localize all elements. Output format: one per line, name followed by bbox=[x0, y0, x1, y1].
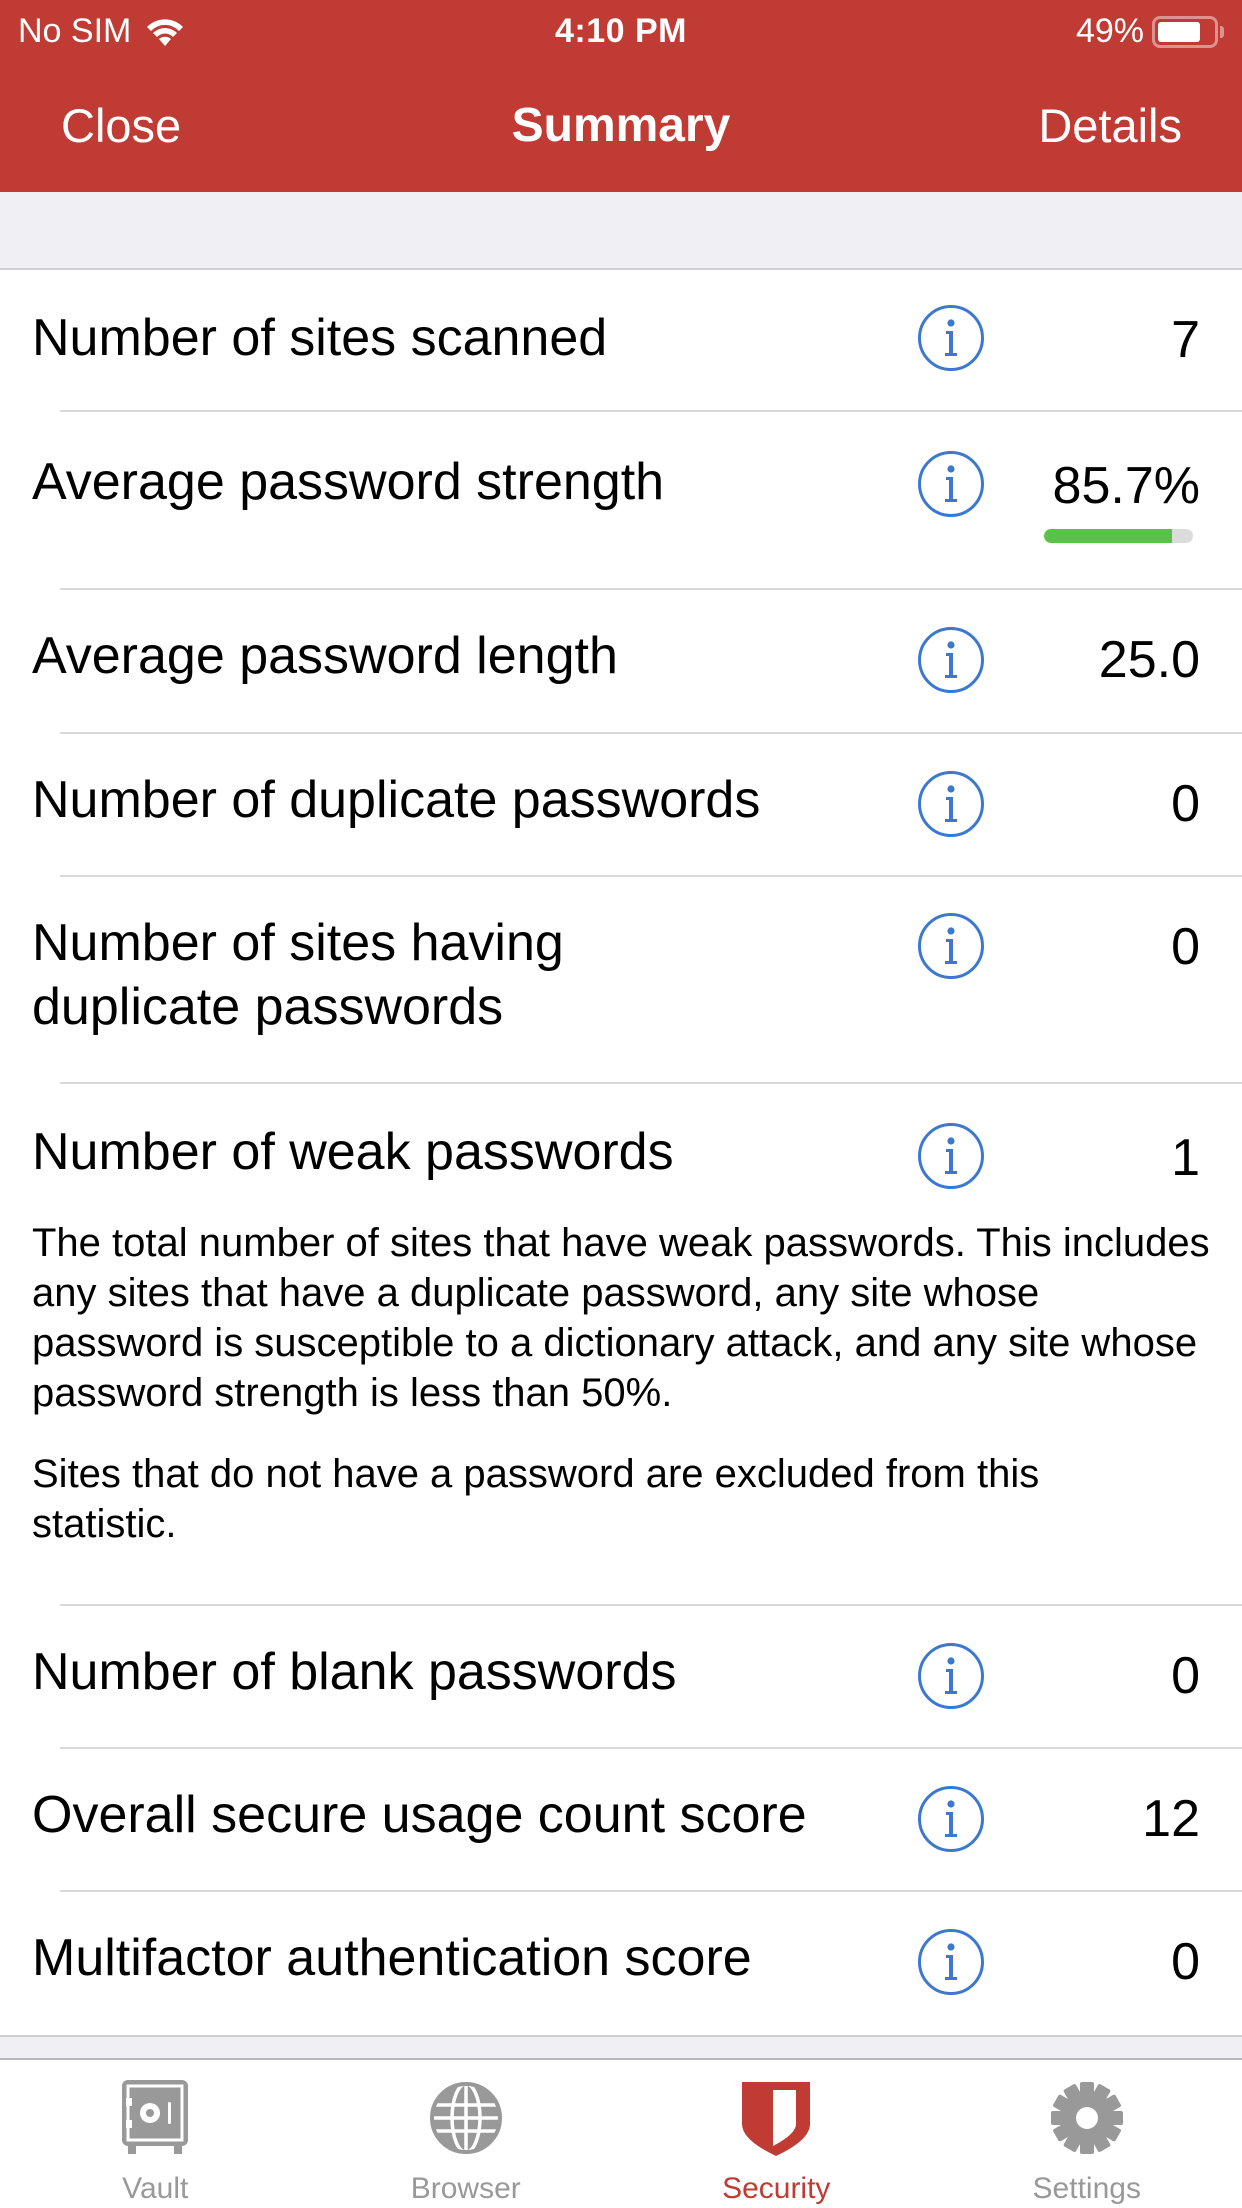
stat-row-secure-usage-score: Overall secure usage count score 12 bbox=[0, 1749, 1242, 1892]
stat-value: 85.7% bbox=[1052, 457, 1200, 515]
info-icon[interactable] bbox=[917, 770, 985, 838]
close-button[interactable]: Close bbox=[61, 98, 181, 153]
stat-value: 25.0 bbox=[1098, 631, 1200, 689]
stat-label: Number of sites scanned bbox=[32, 309, 608, 367]
info-icon[interactable] bbox=[917, 450, 985, 518]
weak-passwords-description: The total number of sites that have weak… bbox=[32, 1218, 1212, 1580]
stat-label: Average password strength bbox=[32, 453, 665, 511]
stat-value: 0 bbox=[1171, 918, 1200, 976]
section-header-spacer bbox=[0, 192, 1242, 270]
details-button[interactable]: Details bbox=[1038, 98, 1182, 153]
description-paragraph: The total number of sites that have weak… bbox=[32, 1221, 1210, 1415]
stat-label: Number of blank passwords bbox=[32, 1643, 677, 1701]
navigation-bar: Close Summary Details bbox=[0, 62, 1242, 192]
stat-label: Number of weak passwords bbox=[32, 1123, 674, 1181]
stat-row-blank-passwords: Number of blank passwords 0 bbox=[0, 1606, 1242, 1749]
stat-value: 7 bbox=[1171, 311, 1200, 369]
page-title: Summary bbox=[511, 99, 731, 152]
stat-row-average-strength: Average password strength 85.7% bbox=[0, 412, 1242, 590]
stat-label: Number of sites having duplicate passwor… bbox=[32, 914, 564, 1036]
stat-value: 1 bbox=[1171, 1129, 1200, 1187]
globe-icon bbox=[429, 2082, 502, 2154]
stat-row-average-length: Average password length 25.0 bbox=[0, 590, 1242, 734]
stat-value: 0 bbox=[1171, 775, 1200, 833]
shield-icon bbox=[742, 2082, 811, 2156]
password-strength-bar bbox=[1044, 529, 1193, 543]
description-paragraph: Sites that do not have a password are ex… bbox=[32, 1452, 1040, 1546]
stat-label: Average password length bbox=[32, 627, 618, 685]
info-icon[interactable] bbox=[917, 1928, 985, 1996]
stat-label: Multifactor authentication score bbox=[32, 1929, 752, 1987]
battery-icon bbox=[1152, 15, 1224, 48]
password-strength-fill bbox=[1044, 529, 1172, 543]
info-icon[interactable] bbox=[917, 1122, 985, 1190]
status-right: 49% bbox=[1076, 12, 1224, 51]
tab-label: Settings bbox=[1032, 2172, 1141, 2205]
battery-percent: 49% bbox=[1075, 12, 1144, 50]
tab-security[interactable]: Security bbox=[621, 2060, 932, 2208]
tab-label: Security bbox=[722, 2172, 831, 2205]
stat-row-duplicate-passwords: Number of duplicate passwords 0 bbox=[0, 734, 1242, 877]
stat-value: 0 bbox=[1171, 1933, 1200, 1991]
stat-value: 0 bbox=[1171, 1647, 1200, 1705]
info-icon[interactable] bbox=[917, 912, 985, 980]
info-icon[interactable] bbox=[917, 1785, 985, 1853]
tab-settings[interactable]: Settings bbox=[932, 2060, 1242, 2208]
header: No SIM 4:10 PM 49% Close Summary Details bbox=[0, 0, 1242, 192]
tab-vault[interactable]: Vault bbox=[0, 2060, 311, 2208]
stat-row-sites-scanned: Number of sites scanned 7 bbox=[0, 270, 1242, 412]
info-icon[interactable] bbox=[917, 626, 985, 694]
info-icon[interactable] bbox=[917, 304, 985, 372]
tab-browser[interactable]: Browser bbox=[311, 2060, 622, 2208]
gear-icon bbox=[1050, 2082, 1123, 2154]
info-icon[interactable] bbox=[917, 1642, 985, 1710]
stat-label: Overall secure usage count score bbox=[32, 1786, 807, 1844]
tab-label: Vault bbox=[122, 2172, 189, 2205]
security-summary-list: Number of sites scanned 7 Average passwo… bbox=[0, 270, 1242, 2035]
stat-value: 12 bbox=[1142, 1790, 1200, 1848]
stat-label: Number of duplicate passwords bbox=[32, 771, 761, 829]
section-footer-spacer bbox=[0, 2035, 1242, 2060]
stat-row-weak-passwords: Number of weak passwords 1 The total num… bbox=[0, 1084, 1242, 1606]
vault-icon bbox=[122, 2080, 189, 2154]
tab-bar: Vault Browser Security Settings bbox=[0, 2060, 1242, 2208]
status-bar: No SIM 4:10 PM 49% bbox=[0, 0, 1242, 62]
status-time: 4:10 PM bbox=[555, 12, 687, 50]
stat-row-sites-duplicate-passwords: Number of sites having duplicate passwor… bbox=[0, 877, 1242, 1084]
stat-row-multifactor-score: Multifactor authentication score 0 bbox=[0, 1892, 1242, 2035]
tab-label: Browser bbox=[410, 2172, 521, 2205]
